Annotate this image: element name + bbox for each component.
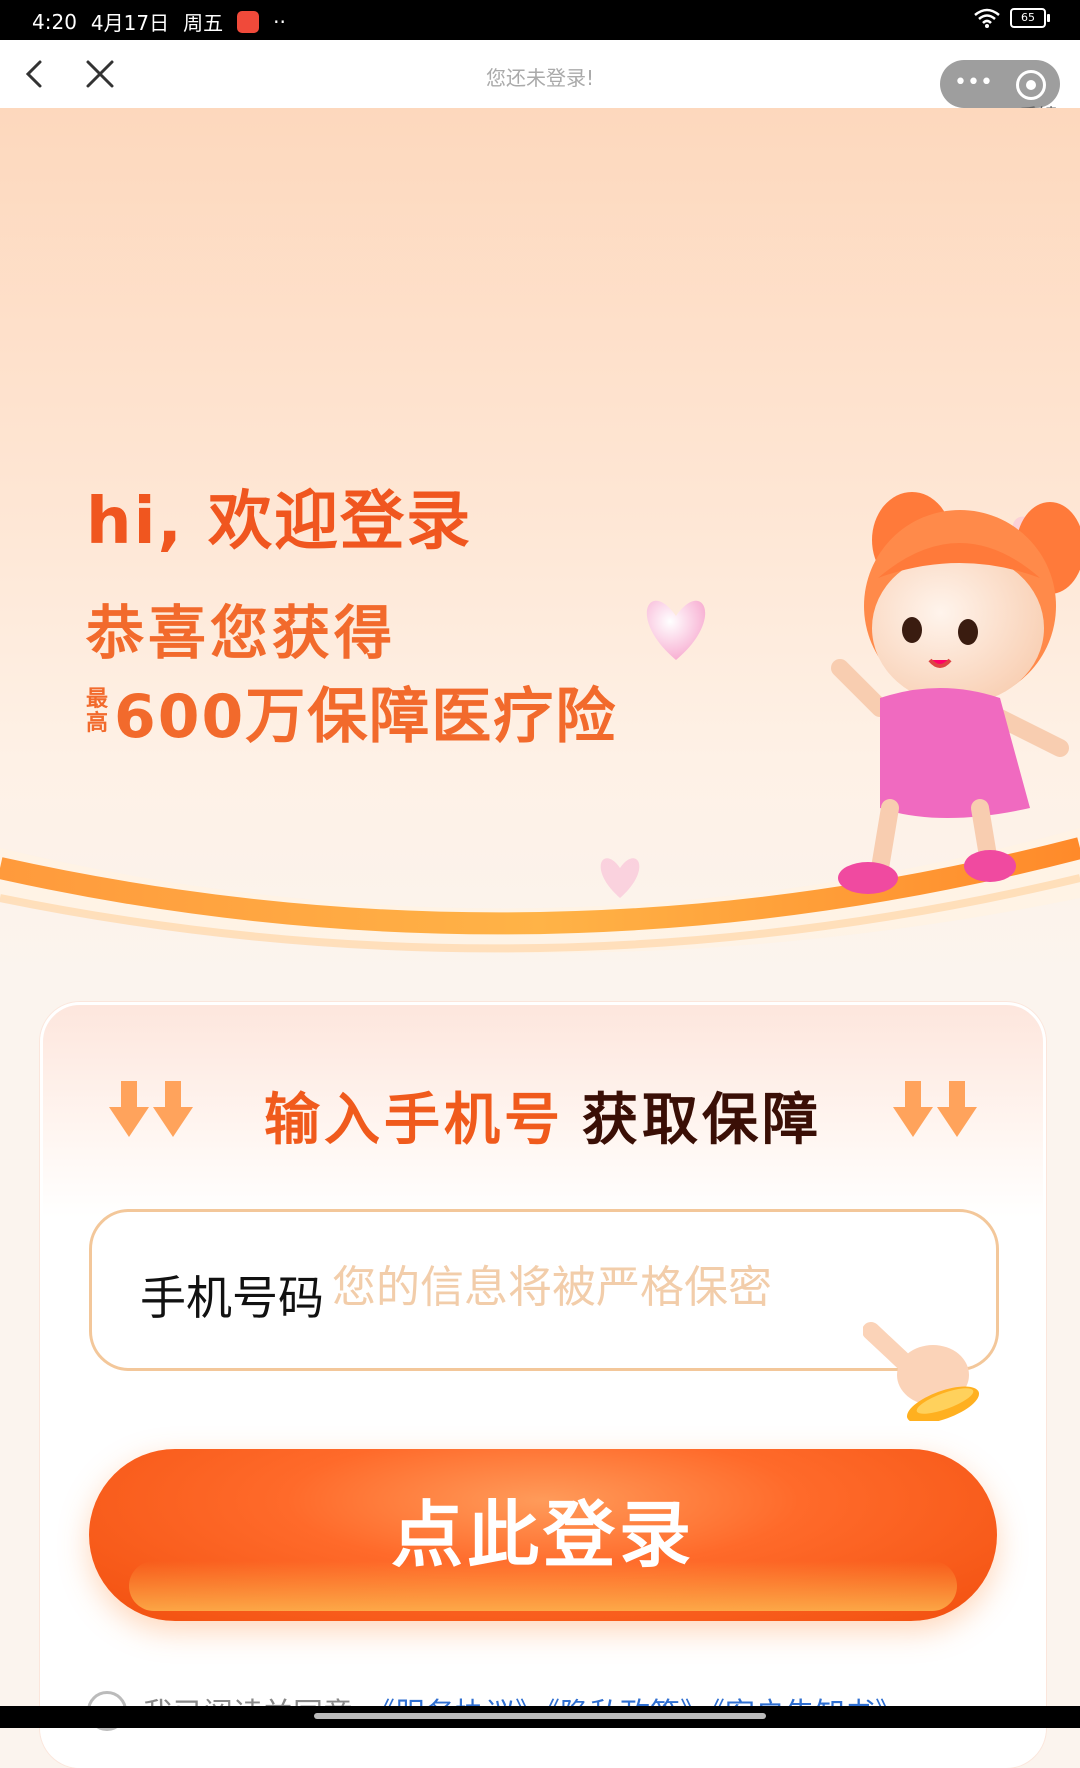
max-prefix-1: 最 — [86, 686, 109, 712]
home-indicator-bar — [0, 1706, 1080, 1728]
phone-input[interactable] — [330, 1256, 894, 1318]
login-button[interactable]: 点此登录 — [89, 1449, 997, 1621]
status-date: 4月17日 — [90, 11, 170, 35]
max-prefix: 最 高 — [86, 686, 109, 736]
login-button-label: 点此登录 — [390, 1493, 695, 1577]
login-card: 输入手机号获取保障 手机号码 点此登录 我已阅读并同意 《服务协议》《隐私政策》… — [40, 1002, 1046, 1768]
home-indicator[interactable] — [314, 1713, 766, 1719]
battery-level: 65 — [1021, 11, 1035, 24]
record-icon[interactable] — [1016, 70, 1046, 100]
hero-benefit-line: 最 高 600万保障医疗险 — [86, 668, 617, 755]
status-weekday: 周五 — [183, 11, 224, 35]
battery-icon: 65 — [1010, 8, 1050, 28]
hero-greeting: hi, 欢迎登录 — [86, 485, 473, 559]
right-arrows-icon — [893, 1081, 977, 1137]
hero-benefit: 600万保障医疗险 — [114, 682, 618, 752]
card-title-dark: 获取保障 — [582, 1088, 822, 1153]
hero-congrats: 恭喜您获得 — [86, 599, 397, 667]
pointing-hand-icon — [863, 1322, 980, 1421]
mascot-girl-illustration — [831, 492, 1080, 894]
status-time: 4:20 — [32, 9, 77, 34]
hero-banner: hi, 欢迎登录 恭喜您获得 最 高 600万保障医疗险 — [0, 108, 1080, 978]
nav-bar: 您还未登录! ••• 反馈 — [0, 40, 1080, 128]
more-icon[interactable]: ••• — [954, 72, 994, 94]
status-more-dots: ·· — [273, 9, 286, 34]
status-bar: 4:20 4月17日 周五 ·· 65 — [0, 0, 1080, 40]
phone-label: 手机号码 — [140, 1271, 324, 1325]
app-notification-icon — [237, 10, 260, 33]
page-title: 您还未登录! — [485, 66, 595, 90]
wifi-icon — [974, 8, 1000, 28]
card-title-orange: 输入手机号 — [264, 1088, 564, 1153]
max-prefix-2: 高 — [86, 710, 109, 736]
